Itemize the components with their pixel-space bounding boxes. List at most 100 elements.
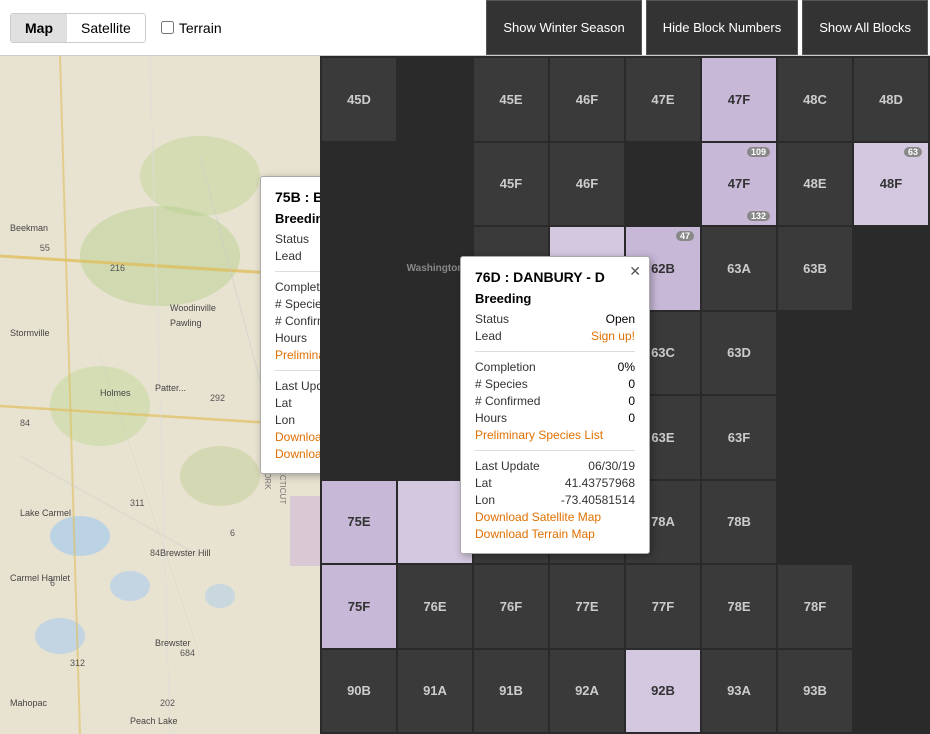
popup-danbury-hours-row: Hours 0 bbox=[475, 411, 635, 425]
popup-brewster-status-row: Status Open bbox=[275, 232, 320, 246]
hide-block-numbers-button[interactable]: Hide Block Numbers bbox=[646, 0, 799, 55]
grid-cell-45f[interactable]: 45F bbox=[474, 143, 548, 226]
grid-cell-45e[interactable]: 45E bbox=[474, 58, 548, 141]
grid-cell-77f[interactable]: 77F bbox=[626, 565, 700, 648]
popup-danbury-satellite-link[interactable]: Download Satellite Map bbox=[475, 510, 635, 524]
grid-cell-78f[interactable]: 78F bbox=[778, 565, 852, 648]
show-all-blocks-button[interactable]: Show All Blocks bbox=[802, 0, 928, 55]
terrain-input[interactable] bbox=[161, 21, 174, 34]
grid-cell-90b[interactable]: 90B bbox=[322, 650, 396, 733]
grid-cell-empty-12 bbox=[322, 396, 396, 479]
grid-cell-63f[interactable]: 63F bbox=[702, 396, 776, 479]
popup-danbury-lon-row: Lon -73.40581514 bbox=[475, 493, 635, 507]
grid-cell-78e[interactable]: 78E bbox=[702, 565, 776, 648]
popup-danbury-hours-value: 0 bbox=[628, 411, 635, 425]
grid-cell-93a[interactable]: 93A bbox=[702, 650, 776, 733]
grid-cell-empty-8 bbox=[322, 312, 396, 395]
grid-cell-46f-2[interactable]: 46F bbox=[550, 143, 624, 226]
popup-danbury-title: 76D : DANBURY - D bbox=[475, 269, 635, 285]
popup-danbury-lead-label: Lead bbox=[475, 329, 502, 343]
grid-cell-75e[interactable]: 75E bbox=[322, 481, 396, 564]
terrain-checkbox[interactable]: Terrain bbox=[161, 20, 222, 36]
grid-cell-78b[interactable]: 78B bbox=[702, 481, 776, 564]
grid-cell-empty-16 bbox=[778, 481, 852, 564]
svg-text:Brewster Hill: Brewster Hill bbox=[160, 548, 211, 558]
popup-brewster-section: Breeding bbox=[275, 211, 320, 226]
popup-brewster-species-label: # Species bbox=[275, 297, 320, 311]
popup-brewster-prelim-link[interactable]: Preliminary Species List bbox=[275, 348, 320, 362]
grid-cell-76e[interactable]: 76E bbox=[398, 565, 472, 648]
popup-danbury-prelim-link[interactable]: Preliminary Species List bbox=[475, 428, 635, 442]
grid-cell-empty-19 bbox=[854, 650, 928, 733]
popup-brewster-lon-row: Lon -73.5308192 bbox=[275, 413, 320, 427]
popup-danbury-status-label: Status bbox=[475, 312, 509, 326]
popup-brewster-hours-label: Hours bbox=[275, 331, 307, 345]
grid-cell-empty-18 bbox=[854, 565, 928, 648]
popup-brewster-update-row: Last Update 06/30/19 bbox=[275, 379, 320, 393]
grid-cell-47e[interactable]: 47E bbox=[626, 58, 700, 141]
grid-cell-46f-1[interactable]: 46F bbox=[550, 58, 624, 141]
grid-cell-47f-2[interactable]: 47F 109 132 bbox=[702, 143, 776, 226]
popup-brewster-terrain-link[interactable]: Download Terrain Map bbox=[275, 447, 320, 461]
grid-cell-63a[interactable]: 63A bbox=[702, 227, 776, 310]
grid-cell-empty-1 bbox=[398, 58, 472, 141]
grid-cell-77e[interactable]: 77E bbox=[550, 565, 624, 648]
grid-cell-empty-14 bbox=[778, 396, 852, 479]
popup-danbury-confirmed-value: 0 bbox=[628, 394, 635, 408]
popup-danbury-close[interactable]: ✕ bbox=[629, 263, 641, 280]
popup-danbury-terrain-link[interactable]: Download Terrain Map bbox=[475, 527, 635, 541]
popup-danbury-species-label: # Species bbox=[475, 377, 528, 391]
grid-cell-75f[interactable]: 75F bbox=[322, 565, 396, 648]
popup-brewster-confirmed-label: # Confirmed bbox=[275, 314, 320, 328]
grid-cell-empty-4 bbox=[626, 143, 700, 226]
popup-danbury-update-row: Last Update 06/30/19 bbox=[475, 459, 635, 473]
popup-danbury-species-value: 0 bbox=[628, 377, 635, 391]
popup-danbury-lat-value: 41.43757968 bbox=[565, 476, 635, 490]
grid-cell-93b[interactable]: 93B bbox=[778, 650, 852, 733]
grid-cell-empty-7 bbox=[854, 227, 928, 310]
svg-text:84: 84 bbox=[150, 548, 160, 558]
svg-text:311: 311 bbox=[130, 498, 144, 508]
grid-cell-48c[interactable]: 48C bbox=[778, 58, 852, 141]
grid-cell-91a[interactable]: 91A bbox=[398, 650, 472, 733]
satellite-button[interactable]: Satellite bbox=[67, 14, 145, 42]
grid-cell-48f[interactable]: 48F 63 bbox=[854, 143, 928, 226]
grid-cell-empty-2 bbox=[322, 143, 396, 226]
popup-brewster-completion-row: Completion 0% bbox=[275, 280, 320, 294]
svg-text:55: 55 bbox=[40, 242, 51, 253]
grid-cell-92a[interactable]: 92A bbox=[550, 650, 624, 733]
popup-danbury-lon-label: Lon bbox=[475, 493, 495, 507]
grid-cell-76f[interactable]: 76F bbox=[474, 565, 548, 648]
popup-danbury-lead-row: Lead Sign up! bbox=[475, 329, 635, 343]
popup-danbury-completion-row: Completion 0% bbox=[475, 360, 635, 374]
show-winter-season-button[interactable]: Show Winter Season bbox=[486, 0, 641, 55]
popup-brewster-species-row: # Species 71 bbox=[275, 297, 320, 311]
svg-text:Carmel Hamlet: Carmel Hamlet bbox=[10, 573, 71, 583]
svg-text:6: 6 bbox=[230, 528, 235, 538]
popup-danbury-lead-value[interactable]: Sign up! bbox=[591, 329, 635, 343]
grid-cell-empty-17 bbox=[854, 481, 928, 564]
svg-text:Beekman: Beekman bbox=[10, 223, 48, 233]
grid-cell-48d[interactable]: 48D bbox=[854, 58, 928, 141]
svg-text:216: 216 bbox=[110, 263, 125, 273]
grid-cell-48e[interactable]: 48E bbox=[778, 143, 852, 226]
map-button[interactable]: Map bbox=[11, 14, 67, 42]
grid-cell-63d[interactable]: 63D bbox=[702, 312, 776, 395]
grid-area: 45D 45E 46F 47E 47F 48C 48D 45F 46F 47F … bbox=[320, 56, 930, 734]
grid-cell-91b[interactable]: 91B bbox=[474, 650, 548, 733]
popup-brewster-lead-label: Lead bbox=[275, 249, 302, 263]
main-content: 55 216 292 84 84 6 6 684 312 311 202 Bee… bbox=[0, 56, 930, 734]
grid-cell-63b[interactable]: 63B bbox=[778, 227, 852, 310]
grid-cell-92b[interactable]: 92B bbox=[626, 650, 700, 733]
svg-text:Mahopac: Mahopac bbox=[10, 698, 48, 708]
svg-text:Stormville: Stormville bbox=[10, 328, 50, 338]
svg-text:Lake Carmel: Lake Carmel bbox=[20, 508, 71, 518]
map-area[interactable]: 55 216 292 84 84 6 6 684 312 311 202 Bee… bbox=[0, 56, 320, 734]
popup-brewster-lat-row: Lat 41.47924455 bbox=[275, 396, 320, 410]
popup-danbury-lat-label: Lat bbox=[475, 476, 492, 490]
grid-cell-47f-1[interactable]: 47F bbox=[702, 58, 776, 141]
grid-cell-45d[interactable]: 45D bbox=[322, 58, 396, 141]
grid-cell-empty-5 bbox=[322, 227, 396, 310]
popup-brewster-satellite-link[interactable]: Download Satellite Map bbox=[275, 430, 320, 444]
grid-cell-empty-10 bbox=[778, 312, 852, 395]
